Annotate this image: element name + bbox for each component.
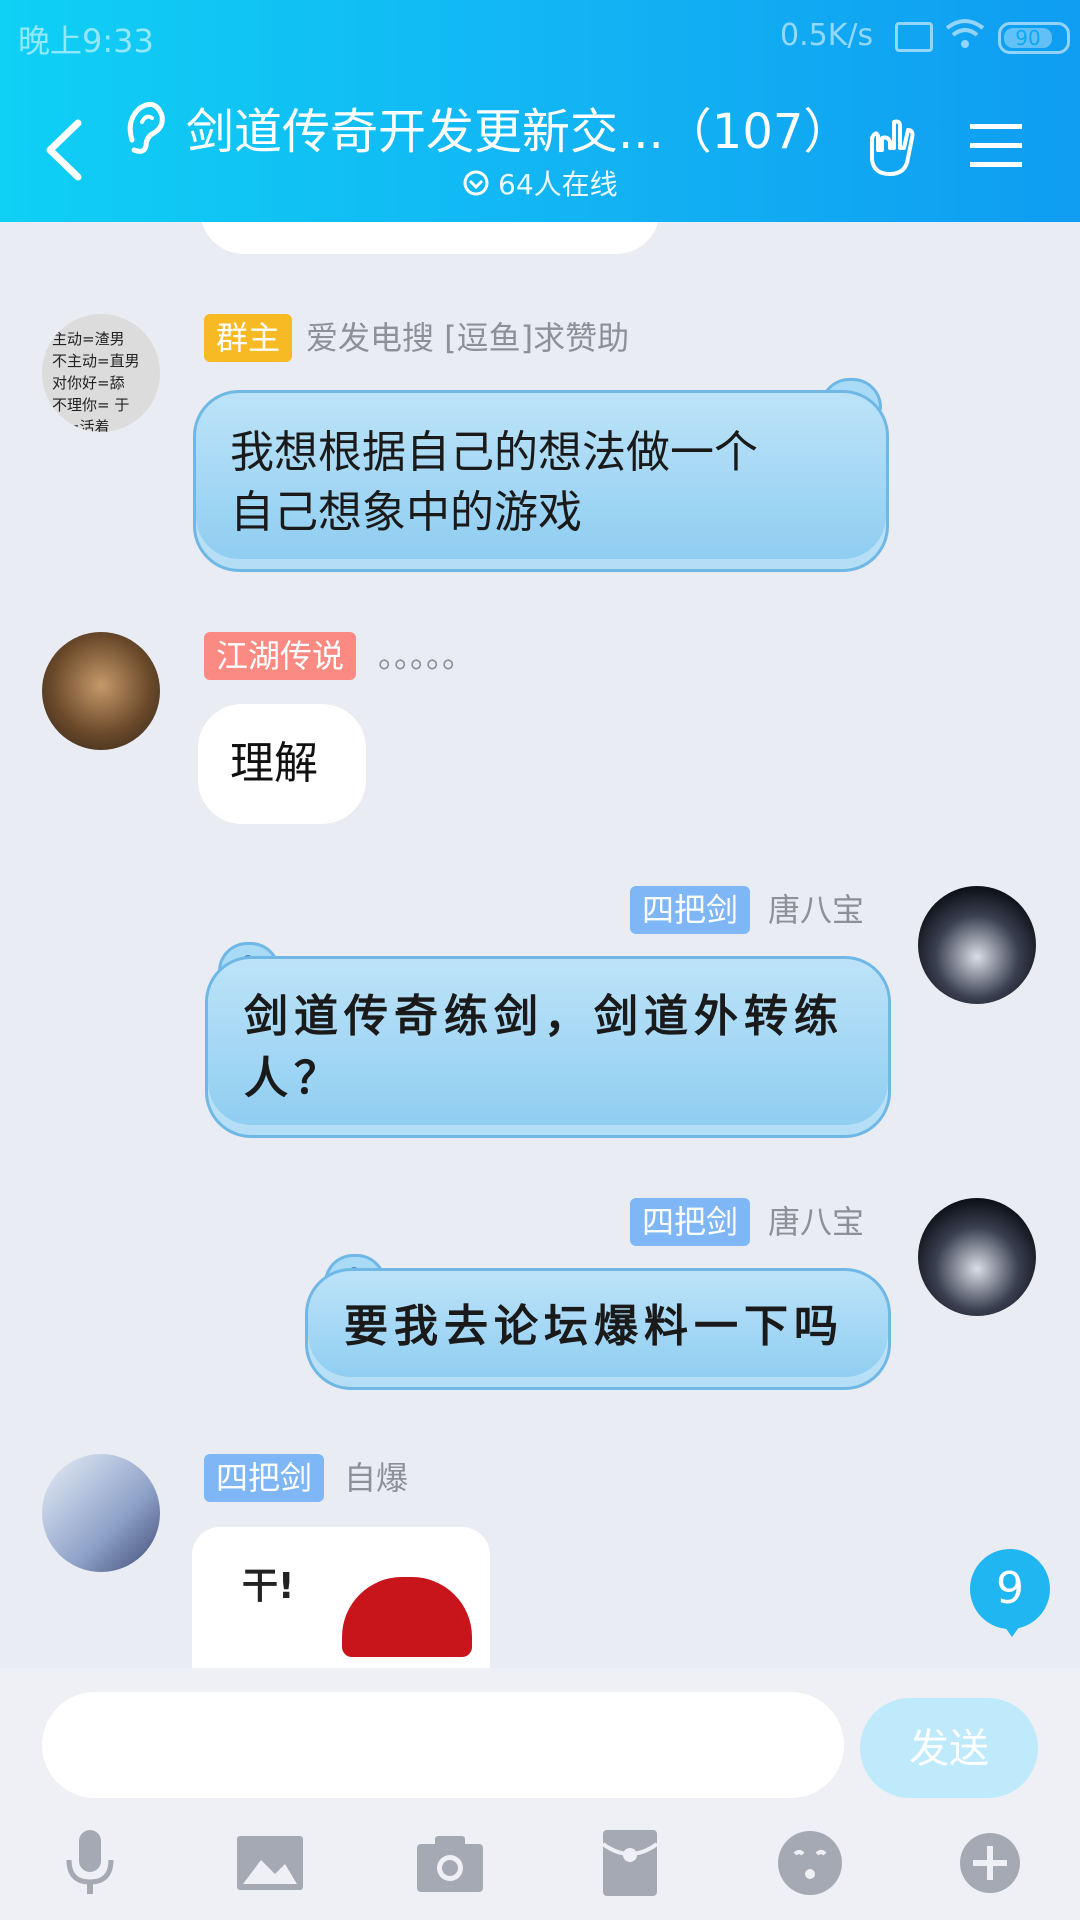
wifi-icon [945, 19, 985, 48]
avatar[interactable] [918, 1198, 1036, 1316]
sender-name[interactable]: 唐八宝 [768, 1198, 864, 1246]
avatar[interactable] [42, 1454, 160, 1572]
sender-name[interactable]: 自爆 [344, 1454, 408, 1502]
message-bubble[interactable]: 理解 [198, 704, 366, 824]
avatar-text: 不理你= 于 [52, 396, 130, 414]
sender-name[interactable]: 爱发电搜 [逗鱼]求赞助 [306, 314, 629, 362]
hand-gesture-icon[interactable] [860, 118, 920, 178]
input-area: 发送 [0, 1668, 1080, 1920]
previous-message-bubble[interactable] [200, 222, 660, 254]
message-text: 人？ [244, 1053, 344, 1104]
message-input[interactable] [42, 1692, 844, 1798]
message-text: 要我去论坛爆料一下吗 [344, 1301, 844, 1352]
status-bar: 晚上9:33 0.5K/s 90 [0, 0, 1080, 72]
network-speed: 0.5K/s [780, 18, 874, 53]
emoji-icon[interactable] [775, 1828, 845, 1898]
sticker-text: 干! [242, 1566, 295, 1607]
ear-icon[interactable] [122, 100, 166, 156]
red-packet-icon[interactable] [595, 1828, 665, 1898]
avatar-text: 对你好=舔 [52, 374, 125, 392]
plus-icon[interactable] [955, 1828, 1025, 1898]
sticker-hat [342, 1577, 472, 1657]
battery-icon: 90 [998, 22, 1070, 54]
online-count-text: 64人在线 [498, 168, 618, 201]
sim-icon [895, 22, 933, 52]
message-bubble[interactable]: 剑道传奇练剑，剑道外转练 人？ [205, 956, 891, 1138]
sender-name[interactable]: 唐八宝 [768, 886, 864, 934]
camera-icon[interactable] [415, 1828, 485, 1898]
online-status-icon [463, 170, 489, 196]
avatar[interactable] [918, 886, 1036, 1004]
message-bubble[interactable]: 我想根据自己的想法做一个 自己想象中的游戏 [193, 390, 889, 572]
avatar[interactable]: 主动=渣男 不主动=直男 对你好=舔 不理你= 于 人=活着 [42, 314, 160, 432]
sender-name[interactable]: 。。。。。 [378, 632, 474, 680]
online-count: 64人在线 [462, 163, 618, 203]
avatar-text: 主动=渣男 [52, 330, 125, 348]
message-text: 理解 [230, 738, 318, 789]
back-button[interactable] [40, 115, 90, 185]
microphone-icon[interactable] [55, 1828, 125, 1898]
member-title-badge: 群主 [204, 314, 293, 362]
message-bubble[interactable]: 要我去论坛爆料一下吗 [305, 1268, 891, 1390]
message-text: 我想根据自己的想法做一个 [230, 427, 758, 478]
status-time: 晚上9:33 [18, 22, 154, 60]
group-title[interactable]: 剑道传奇开发更新交...（107） [186, 92, 851, 162]
member-title-badge: 四把剑 [630, 1198, 751, 1246]
avatar[interactable] [42, 632, 160, 750]
battery-level: 90 [1004, 28, 1052, 48]
chat-messages[interactable]: 主动=渣男 不主动=直男 对你好=舔 不理你= 于 人=活着 群主 爱发电搜 [… [0, 222, 1080, 1668]
member-title-badge: 四把剑 [630, 886, 751, 934]
member-title-badge: 四把剑 [204, 1454, 325, 1502]
image-message[interactable]: 干! [192, 1527, 490, 1668]
image-icon[interactable] [235, 1828, 305, 1898]
message-text: 自己想象中的游戏 [230, 487, 582, 538]
message-text: 剑道传奇练剑，剑道外转练 [244, 991, 844, 1042]
send-button[interactable]: 发送 [860, 1698, 1038, 1798]
menu-icon[interactable] [968, 118, 1024, 174]
title-bar: 晚上9:33 0.5K/s 90 剑道传奇开发更新交...（107） 64人在线 [0, 0, 1080, 222]
avatar-text: 不主动=直男 [52, 352, 140, 370]
avatar-text: 人=活着 [52, 418, 110, 432]
member-title-badge: 江湖传说 [204, 632, 357, 680]
unread-count-badge[interactable]: 9 [970, 1549, 1050, 1637]
